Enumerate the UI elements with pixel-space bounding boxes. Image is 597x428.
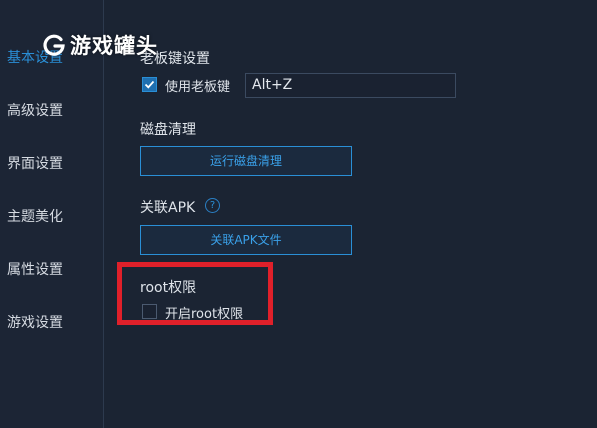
run-disk-cleanup-button[interactable]: 运行磁盘清理 [140, 146, 352, 176]
help-icon[interactable]: ? [205, 198, 220, 213]
sidebar-item-basic-settings[interactable]: 基本设置 [7, 47, 63, 67]
boss-key-checkbox[interactable] [142, 77, 157, 92]
sidebar-item-theme[interactable]: 主题美化 [7, 206, 63, 226]
boss-key-hotkey-input[interactable]: Alt+Z [245, 73, 456, 98]
boss-key-section-title: 老板键设置 [140, 51, 210, 67]
sidebar-item-game-settings[interactable]: 游戏设置 [7, 312, 63, 332]
apk-association-section-title: 关联APK [140, 200, 196, 216]
checkmark-icon [144, 80, 155, 89]
disk-cleanup-section-title: 磁盘清理 [140, 122, 196, 138]
associate-apk-button[interactable]: 关联APK文件 [140, 225, 352, 255]
highlight-annotation-box [117, 262, 273, 325]
settings-sidebar: 基本设置 高级设置 界面设置 主题美化 属性设置 游戏设置 [0, 0, 103, 428]
sidebar-item-interface-settings[interactable]: 界面设置 [7, 153, 63, 173]
sidebar-item-advanced-settings[interactable]: 高级设置 [7, 100, 63, 120]
sidebar-item-property-settings[interactable]: 属性设置 [7, 259, 63, 279]
boss-key-checkbox-label: 使用老板键 [165, 80, 231, 95]
